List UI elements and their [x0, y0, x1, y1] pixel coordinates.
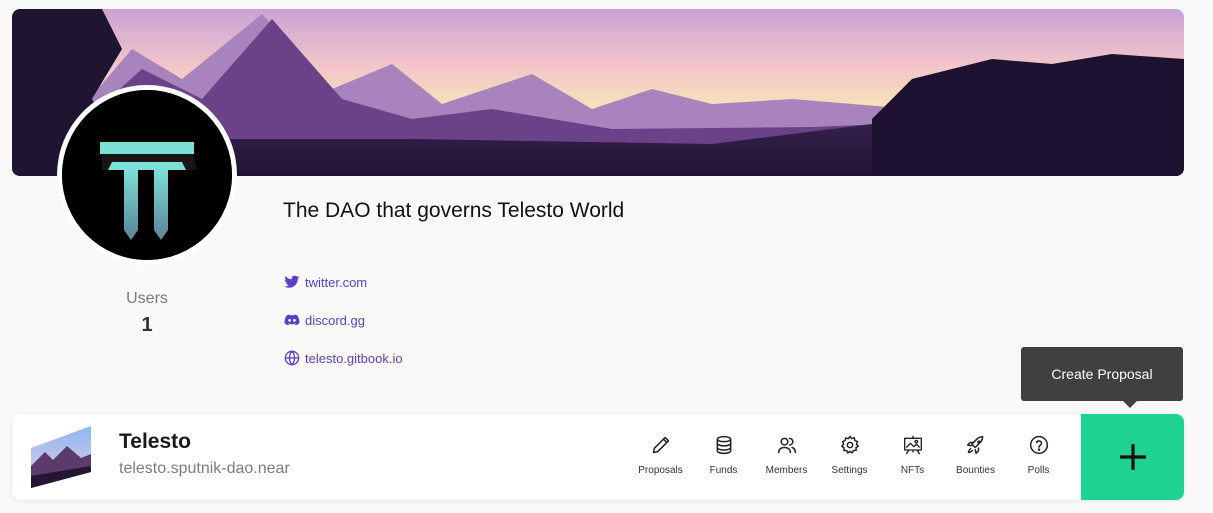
create-proposal-tooltip: Create Proposal: [1021, 347, 1183, 408]
nav-proposals[interactable]: Proposals: [629, 434, 692, 476]
pencil-icon: [650, 434, 672, 456]
twitter-icon: [283, 274, 300, 291]
dao-avatar: [57, 85, 237, 265]
nav-bounties[interactable]: Bounties: [944, 434, 1007, 476]
rocket-icon: [965, 434, 987, 456]
globe-icon: [283, 350, 300, 367]
discord-icon: [283, 312, 300, 329]
database-icon: [713, 434, 735, 456]
twitter-link[interactable]: twitter.com: [283, 272, 403, 292]
nav-polls-label: Polls: [1027, 465, 1050, 476]
nav-members[interactable]: Members: [755, 434, 818, 476]
website-link[interactable]: telesto.gitbook.io: [283, 348, 403, 368]
discord-link[interactable]: discord.gg: [283, 310, 403, 330]
nav-settings[interactable]: Settings: [818, 434, 881, 476]
nav-funds-label: Funds: [709, 465, 738, 476]
website-link-label: telesto.gitbook.io: [305, 350, 403, 366]
question-circle-icon: [1028, 434, 1050, 456]
nav-nfts[interactable]: NFTs: [881, 434, 944, 476]
nav-proposals-label: Proposals: [638, 465, 683, 476]
gear-icon: [839, 434, 861, 456]
users-icon: [776, 434, 798, 456]
nav-settings-label: Settings: [831, 465, 868, 476]
dao-nav-bar: Telesto telesto.sputnik-dao.near Proposa…: [12, 414, 1184, 500]
dao-links: twitter.com discord.gg telesto.gitbook.i…: [283, 272, 403, 386]
dao-name: Telesto: [119, 430, 191, 453]
discord-link-label: discord.gg: [305, 312, 365, 328]
dao-nav: Proposals Funds Members Settings NFTs Bo…: [629, 434, 1070, 476]
nav-polls[interactable]: Polls: [1007, 434, 1070, 476]
plus-icon: [1119, 444, 1146, 470]
users-count: 1: [141, 314, 153, 336]
dao-address: telesto.sputnik-dao.near: [119, 460, 290, 477]
users-label: Users: [126, 290, 168, 307]
dao-description: The DAO that governs Telesto World: [283, 199, 625, 222]
nav-members-label: Members: [765, 465, 808, 476]
dao-thumbnail: [31, 426, 91, 488]
create-proposal-button[interactable]: [1081, 414, 1184, 500]
nav-funds[interactable]: Funds: [692, 434, 755, 476]
nav-bounties-label: Bounties: [956, 465, 995, 476]
easel-picture-icon: [902, 434, 924, 456]
telesto-logo-icon: [62, 90, 232, 260]
twitter-link-label: twitter.com: [305, 274, 368, 290]
nav-nfts-label: NFTs: [900, 465, 925, 476]
users-stat: Users 1: [97, 290, 197, 337]
